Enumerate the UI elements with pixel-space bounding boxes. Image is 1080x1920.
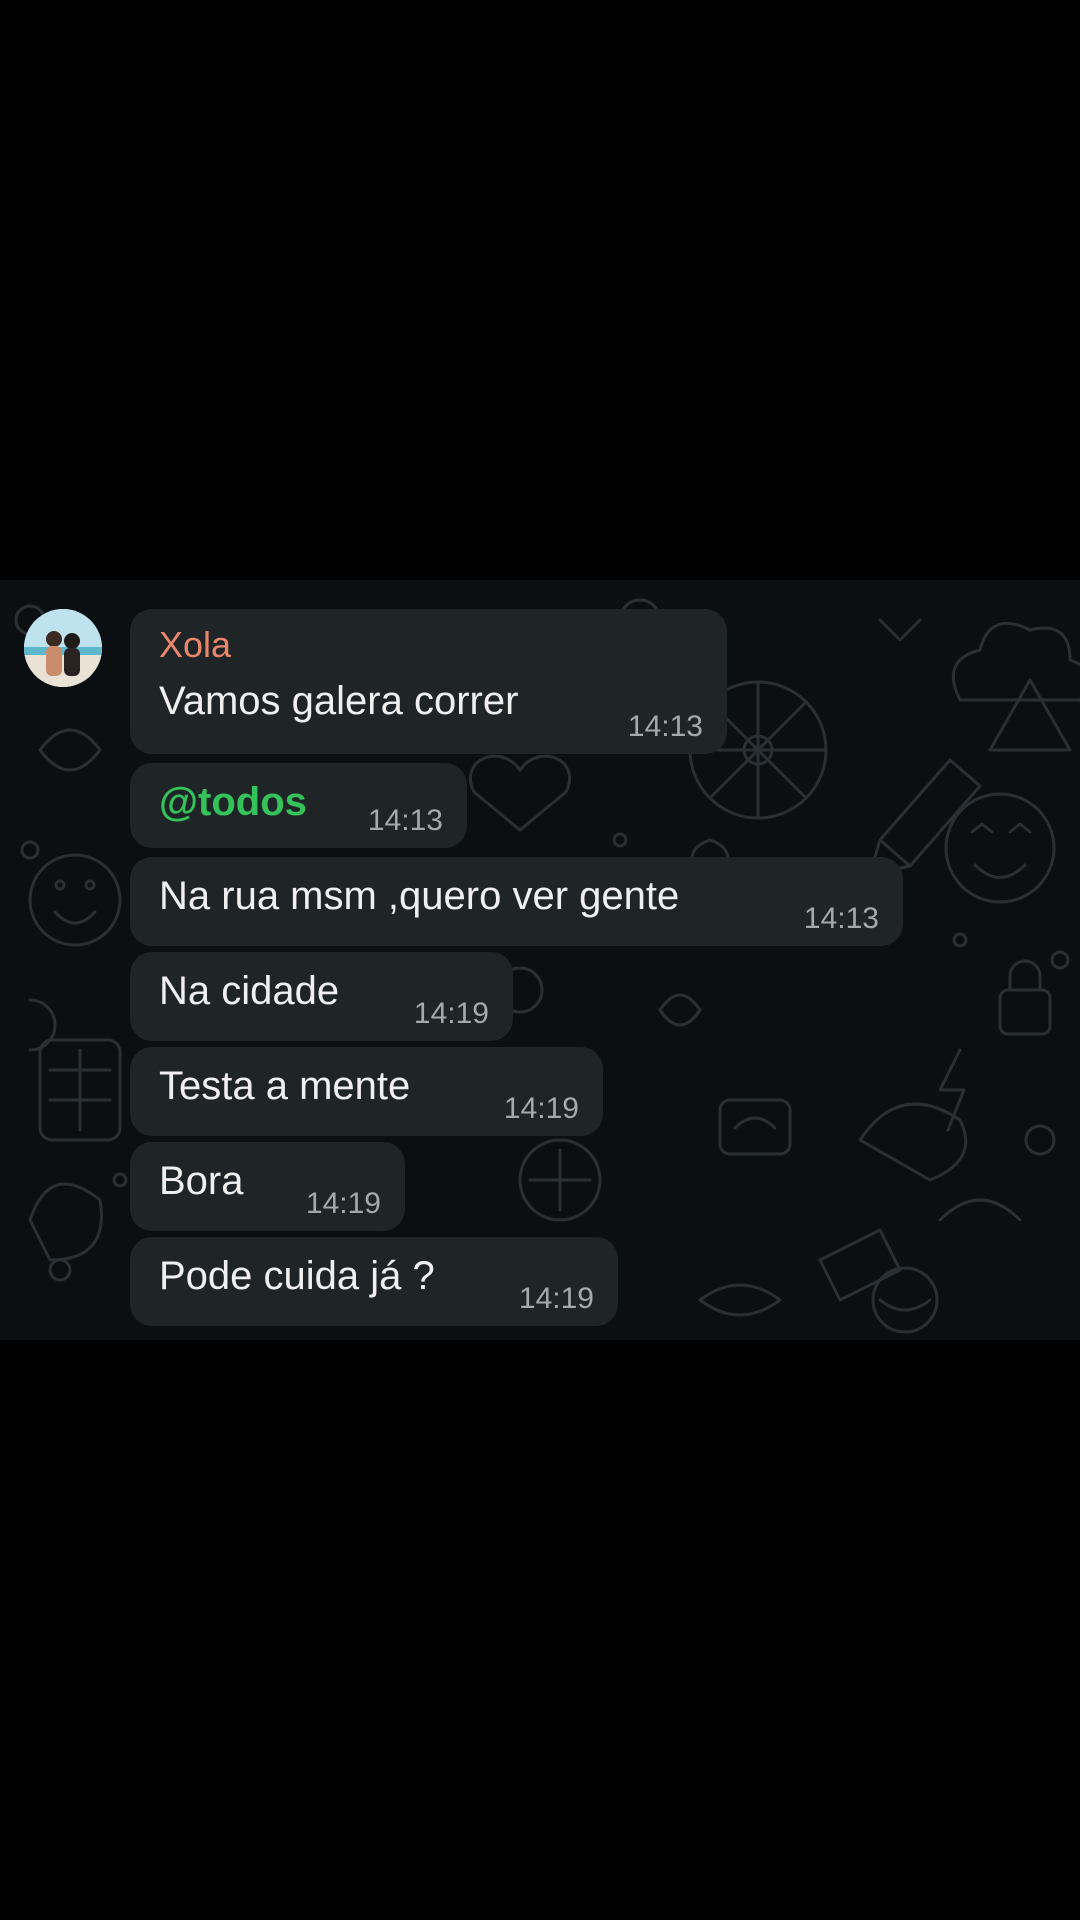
message-text: Testa a mente (159, 1064, 411, 1108)
message-time: 14:13 (367, 804, 443, 837)
chat-message-area[interactable]: Xola Vamos galera correr 14:13 @todos 14… (0, 580, 1080, 1340)
message-bubble[interactable]: Bora 14:19 (130, 1142, 405, 1231)
message-bubble[interactable]: @todos 14:13 (130, 763, 467, 848)
sender-name[interactable]: Xola (159, 625, 231, 665)
message-bubble[interactable]: Testa a mente 14:19 (130, 1047, 603, 1136)
message-text: Na cidade (159, 969, 340, 1013)
message-time: 14:13 (803, 902, 879, 935)
message-text: Na rua msm ,quero ver gente (159, 874, 680, 918)
message-text: Pode cuida já ? (159, 1254, 435, 1298)
avatar-photo-icon (24, 609, 102, 687)
message-time: 14:19 (503, 1092, 579, 1125)
message-text: Vamos galera correr (159, 679, 519, 723)
message-time: 14:19 (305, 1187, 381, 1220)
screenshot-frame: Xola Vamos galera correr 14:13 @todos 14… (0, 0, 1080, 1920)
message-bubble[interactable]: Xola Vamos galera correr 14:13 (130, 609, 727, 754)
sender-avatar[interactable] (24, 609, 102, 687)
message-bubble[interactable]: Na rua msm ,quero ver gente 14:13 (130, 857, 903, 946)
message-text: Bora (159, 1159, 244, 1203)
message-bubble[interactable]: Pode cuida já ? 14:19 (130, 1237, 618, 1326)
mention-text[interactable]: @todos (159, 779, 307, 825)
message-time: 14:19 (413, 997, 489, 1030)
message-time: 14:19 (518, 1282, 594, 1315)
message-bubble[interactable]: Na cidade 14:19 (130, 952, 513, 1041)
message-time: 14:13 (627, 710, 703, 743)
